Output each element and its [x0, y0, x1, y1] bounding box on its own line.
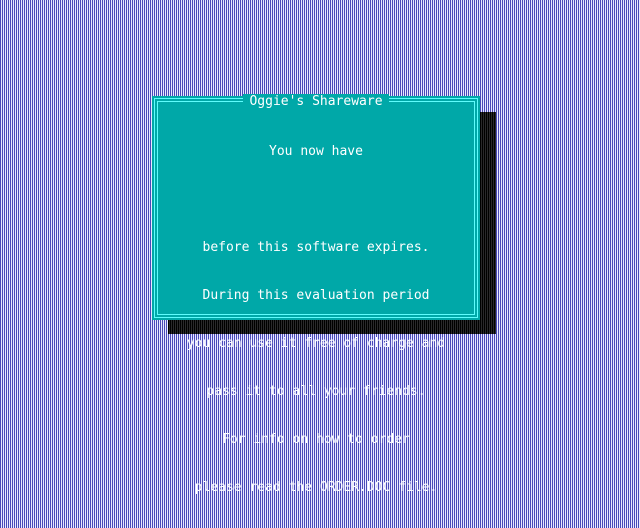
message-line: please read the ORDER.DOC file.	[194, 480, 438, 495]
message-line: before this software expires.	[202, 240, 430, 255]
dialog-title-bar: Oggie's Shareware	[152, 94, 480, 109]
dialog-title: Oggie's Shareware	[243, 94, 389, 109]
message-line: you can use it free of charge and	[186, 336, 446, 351]
message-line-blank	[152, 192, 480, 208]
shareware-dialog: Oggie's Shareware You now have before th…	[152, 94, 480, 495]
message-line: For info on how to order	[222, 432, 410, 447]
dialog-message: You now have before this software expire…	[152, 112, 480, 528]
dos-screen: Oggie's Shareware You now have before th…	[0, 0, 640, 495]
message-line: pass it to all your friends.	[206, 384, 426, 399]
message-line: You now have	[269, 144, 363, 159]
message-line: During this evaluation period	[202, 288, 430, 303]
